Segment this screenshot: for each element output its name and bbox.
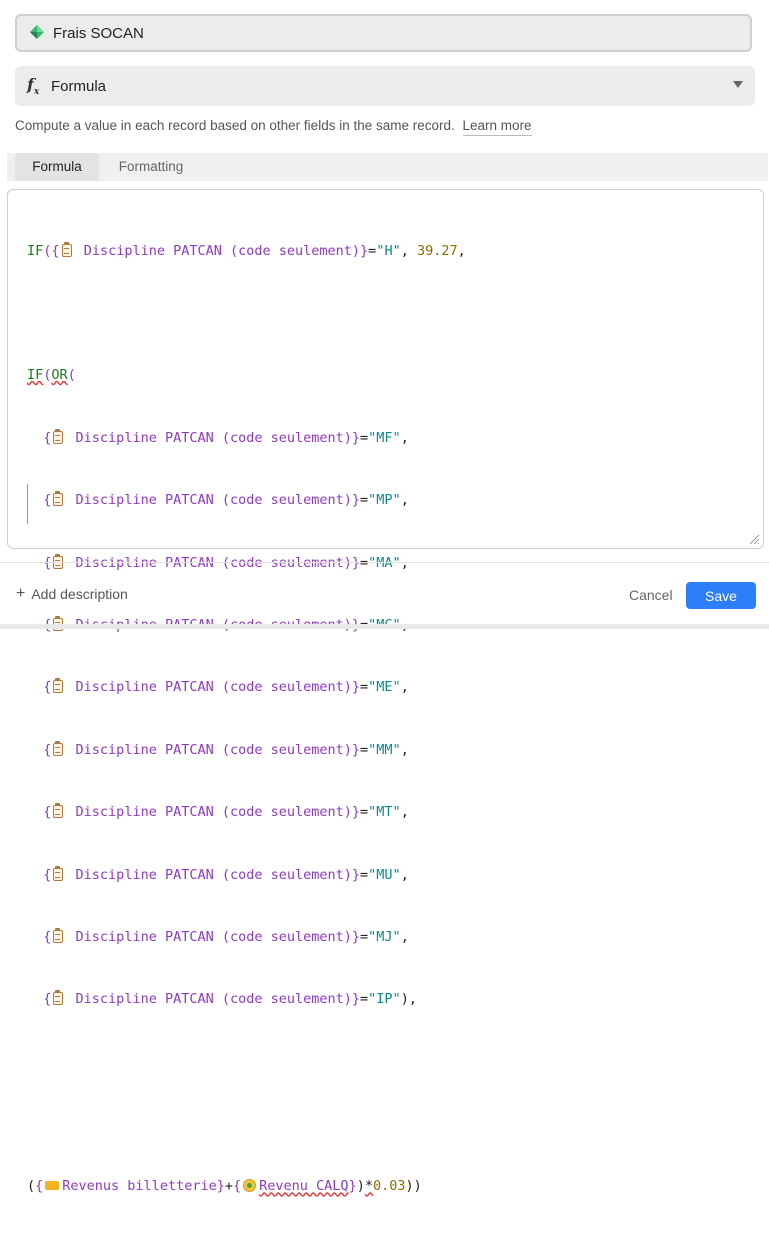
formula-line: { Discipline PATCAN (code seulement)}="M… — [43, 740, 409, 758]
plus-icon: + — [16, 585, 26, 602]
clipboard-icon — [53, 803, 64, 819]
help-description: Compute a value in each record based on … — [15, 118, 455, 133]
add-description-label: Add description — [31, 586, 128, 602]
formula-code: IF({ Discipline PATCAN (code seulement)}… — [27, 199, 466, 1239]
formula-line: ({Revenus billetterie}+{Revenu CALQ})*0.… — [27, 1178, 422, 1195]
tab-formatting[interactable]: Formatting — [101, 153, 201, 181]
formula-line: { Discipline PATCAN (code seulement)}="M… — [43, 865, 409, 883]
clipboard-icon — [53, 678, 64, 694]
formula-line: IF(OR( — [27, 367, 76, 384]
formula-line: { Discipline PATCAN (code seulement)}="M… — [43, 491, 409, 509]
resize-handle-icon[interactable] — [748, 533, 760, 545]
formula-line: { Discipline PATCAN (code seulement)}="M… — [43, 927, 409, 945]
field-type-label: Formula — [51, 77, 107, 95]
text-cursor — [27, 484, 28, 524]
field-name-value: Frais SOCAN — [53, 24, 144, 42]
clipboard-icon — [53, 491, 64, 507]
clipboard-icon — [53, 990, 64, 1006]
footer-divider — [0, 562, 769, 563]
add-description-button[interactable]: + Add description — [16, 585, 128, 603]
fx-icon: fx — [27, 74, 40, 98]
formula-line: { Discipline PATCAN (code seulement)}="I… — [43, 990, 417, 1008]
money-face-icon — [243, 1179, 257, 1193]
help-text: Compute a value in each record based on … — [15, 118, 532, 136]
learn-more-link[interactable]: Learn more — [462, 118, 532, 136]
formula-editor[interactable]: IF({ Discipline PATCAN (code seulement)}… — [7, 189, 764, 1194]
bottom-edge — [0, 624, 769, 629]
chevron-down-icon — [733, 81, 743, 88]
tab-formula[interactable]: Formula — [15, 153, 99, 181]
formula-line — [27, 303, 466, 324]
formula-line — [27, 1052, 466, 1073]
clipboard-icon — [53, 865, 64, 881]
formula-line — [27, 1114, 466, 1135]
save-button[interactable]: Save — [686, 582, 756, 609]
clipboard-icon — [53, 428, 64, 444]
ticket-icon — [45, 1181, 60, 1191]
field-name-input[interactable]: Frais SOCAN — [15, 14, 752, 52]
field-type-select[interactable]: fx Formula — [15, 66, 755, 106]
gem-icon — [29, 24, 47, 42]
formula-line: { Discipline PATCAN (code seulement)}="M… — [43, 428, 409, 446]
cancel-button[interactable]: Cancel — [629, 587, 673, 603]
clipboard-icon — [53, 927, 64, 943]
clipboard-icon — [61, 241, 72, 257]
formula-line: IF({ Discipline PATCAN (code seulement)}… — [27, 241, 466, 259]
clipboard-icon — [53, 740, 64, 756]
formula-line: { Discipline PATCAN (code seulement)}="M… — [43, 803, 409, 821]
formula-line: { Discipline PATCAN (code seulement)}="M… — [43, 678, 409, 696]
